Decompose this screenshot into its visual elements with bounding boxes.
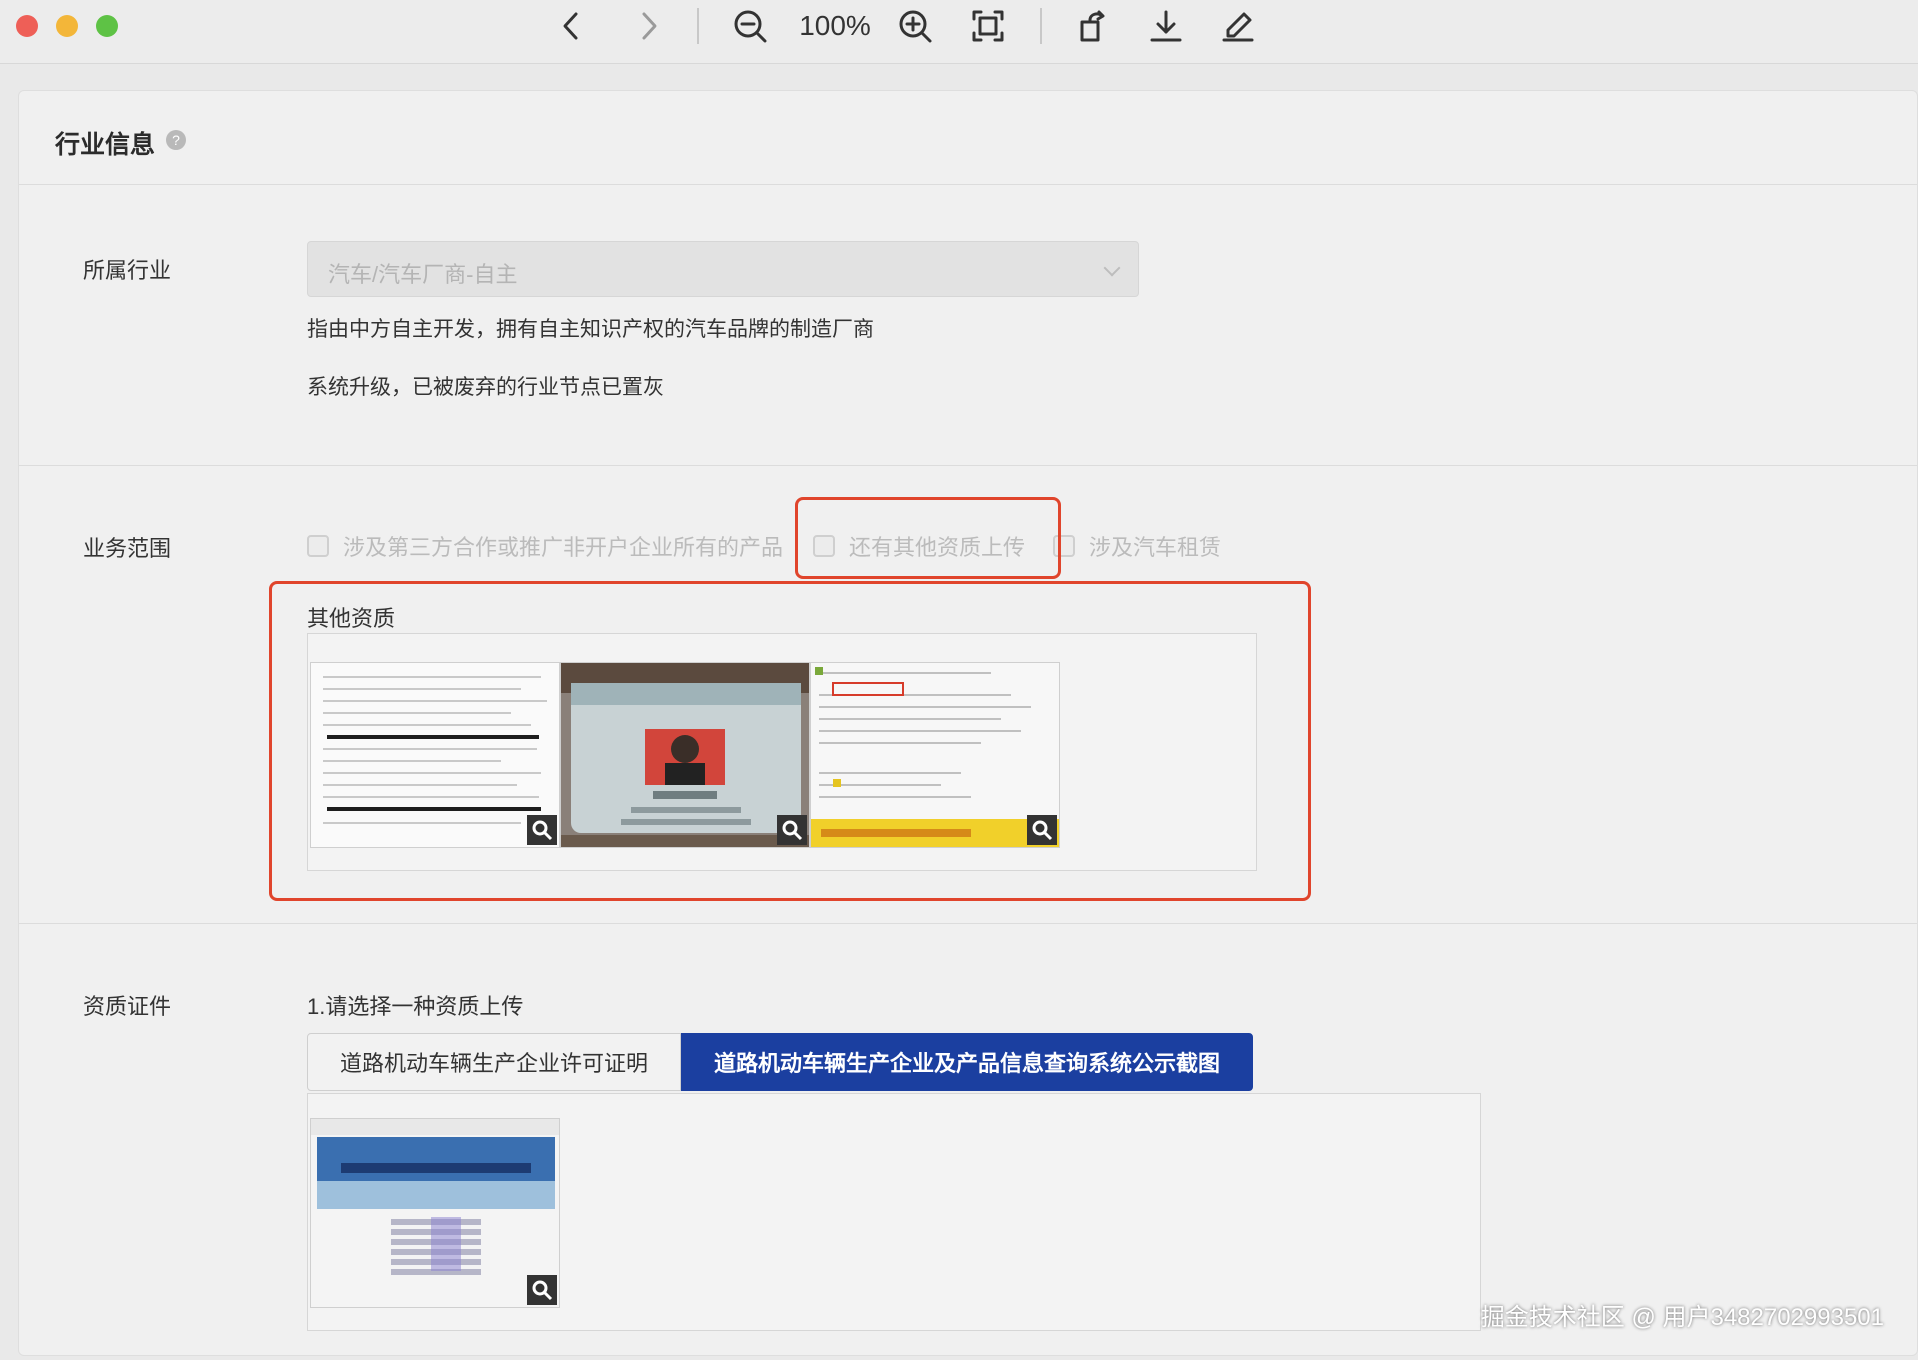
- industry-info-card: 行业信息 ? 所属行业 汽车/汽车厂商-自主 指由中方自主开发，拥有自主知识产权…: [18, 90, 1918, 1356]
- zoom-in-icon[interactable]: [893, 6, 937, 46]
- close-window-button[interactable]: [16, 15, 38, 37]
- magnify-icon[interactable]: [777, 815, 807, 845]
- download-icon[interactable]: [1144, 6, 1188, 46]
- checkbox[interactable]: [307, 535, 329, 557]
- maximize-window-button[interactable]: [96, 15, 118, 37]
- qualification-instruction: 1.请选择一种资质上传: [307, 994, 524, 1019]
- qualification-type-tabs: 道路机动车辆生产企业许可证明 道路机动车辆生产企业及产品信息查询系统公示截图: [307, 1033, 1254, 1091]
- section-divider: [19, 923, 1917, 924]
- qualification-cert-label: 资质证件: [83, 994, 172, 1019]
- magnify-icon[interactable]: [527, 1275, 557, 1305]
- business-scope-label: 业务范围: [83, 536, 172, 561]
- web-screenshot-thumbnail[interactable]: [810, 662, 1060, 848]
- minimize-window-button[interactable]: [56, 15, 78, 37]
- zoom-level: 100%: [799, 10, 871, 41]
- deprecated-note: 系统升级，已被废弃的行业节点已置灰: [307, 376, 664, 399]
- viewer-toolbar: 100%: [0, 0, 1918, 64]
- back-icon[interactable]: [550, 6, 594, 46]
- rotate-icon[interactable]: [1072, 6, 1116, 46]
- help-icon[interactable]: ?: [166, 130, 186, 150]
- document-scan-image: [323, 676, 547, 824]
- industry-hint: 指由中方自主开发，拥有自主知识产权的汽车品牌的制造厂商: [307, 318, 874, 341]
- checkbox-third-party[interactable]: 涉及第三方合作或推广非开户企业所有的产品: [307, 531, 783, 561]
- other-qualifications-gallery: [307, 633, 1257, 871]
- tab-production-license[interactable]: 道路机动车辆生产企业许可证明: [307, 1033, 682, 1091]
- industry-select[interactable]: 汽车/汽车厂商-自主: [307, 241, 1139, 297]
- qualification-upload-area: [307, 1093, 1481, 1331]
- tab-system-screenshot[interactable]: 道路机动车辆生产企业及产品信息查询系统公示截图: [681, 1033, 1254, 1091]
- checkbox-label: 涉及第三方合作或推广非开户企业所有的产品: [343, 535, 784, 560]
- industry-label: 所属行业: [83, 258, 172, 283]
- section-divider: [19, 465, 1917, 466]
- highlight-annotation: [795, 497, 1061, 579]
- checkbox-car-rental[interactable]: 涉及汽车租赁: [1053, 531, 1221, 561]
- system-screenshot-image: [311, 1119, 559, 1275]
- id-card-thumbnail[interactable]: [560, 662, 810, 848]
- forward-icon[interactable]: [626, 6, 670, 46]
- toolbar-separator: [1040, 8, 1042, 44]
- chevron-down-icon: [1103, 259, 1121, 277]
- magnify-icon[interactable]: [527, 815, 557, 845]
- web-screenshot-image: [811, 667, 1059, 847]
- checkbox-label: 涉及汽车租赁: [1089, 535, 1222, 560]
- edit-icon[interactable]: [1216, 6, 1260, 46]
- magnify-icon[interactable]: [1027, 815, 1057, 845]
- card-header: 行业信息 ?: [19, 91, 1917, 185]
- toolbar-separator: [697, 8, 699, 44]
- other-qualifications-title: 其他资质: [307, 606, 396, 631]
- industry-select-value: 汽车/汽车厂商-自主: [328, 262, 518, 287]
- fit-screen-icon[interactable]: [966, 6, 1010, 46]
- system-screenshot-thumbnail[interactable]: [310, 1118, 560, 1308]
- document-scan-thumbnail[interactable]: [310, 662, 560, 848]
- id-card-image: [561, 663, 809, 847]
- zoom-out-icon[interactable]: [728, 6, 772, 46]
- section-title: 行业信息: [55, 131, 156, 159]
- watermark: 掘金技术社区 @ 用户3482702993501: [1480, 1304, 1884, 1331]
